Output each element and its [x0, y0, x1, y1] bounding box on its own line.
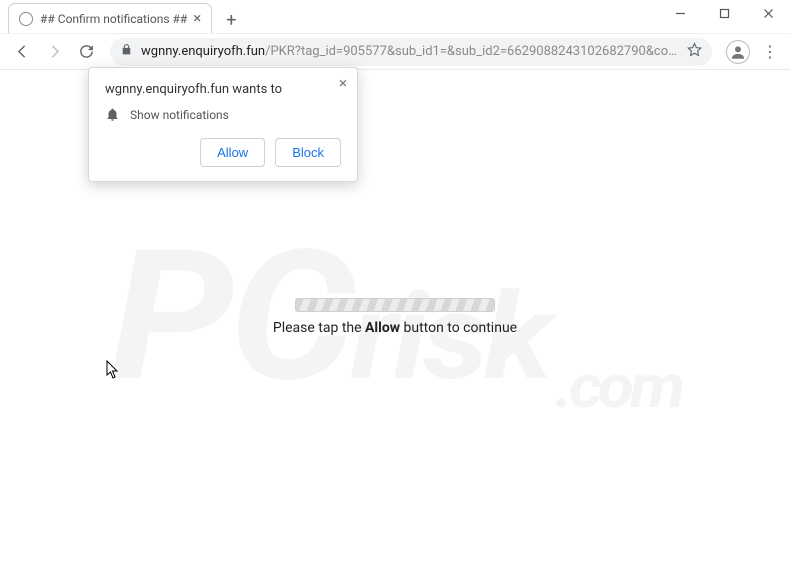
forward-button[interactable] [40, 38, 68, 66]
address-bar[interactable]: wgnny.enquiryofh.fun/PKR?tag_id=905577&s… [110, 38, 712, 66]
window-close-button[interactable] [746, 0, 790, 27]
prompt-permission-row: Show notifications [105, 107, 341, 122]
prompt-wants-to: wants to [229, 82, 282, 97]
progress-bar [295, 298, 495, 312]
lock-icon [120, 43, 133, 60]
instruction-bold: Allow [365, 320, 400, 336]
prompt-origin: wgnny.enquiryofh.fun [105, 82, 229, 97]
instruction-before: Please tap the [273, 320, 365, 336]
allow-button[interactable]: Allow [200, 138, 265, 167]
prompt-permission-label: Show notifications [130, 108, 229, 122]
block-button[interactable]: Block [275, 138, 341, 167]
tab-title: ## Confirm notifications ## [40, 12, 187, 26]
window-maximize-button[interactable] [702, 0, 746, 27]
back-button[interactable] [8, 38, 36, 66]
new-tab-button[interactable]: + [218, 7, 244, 33]
reload-button[interactable] [72, 38, 100, 66]
instruction-text: Please tap the Allow button to continue [273, 320, 517, 336]
window-minimize-button[interactable] [658, 0, 702, 27]
url-path: /PKR?tag_id=905577&sub_id1=&sub_id2=6629… [265, 44, 681, 59]
tab-close-icon[interactable]: × [193, 11, 201, 26]
tab-favicon [19, 12, 33, 26]
url-host: wgnny.enquiryofh.fun [141, 44, 265, 59]
prompt-close-icon[interactable]: × [339, 76, 347, 91]
bookmark-star-icon[interactable] [687, 42, 702, 61]
browser-menu-button[interactable]: ⋮ [758, 42, 782, 61]
watermark-mid: risk [350, 268, 547, 408]
url-text: wgnny.enquiryofh.fun/PKR?tag_id=905577&s… [141, 44, 681, 59]
bell-icon [105, 107, 120, 122]
instruction-after: button to continue [400, 320, 517, 336]
prompt-title: wgnny.enquiryofh.fun wants to [105, 82, 341, 97]
profile-avatar-button[interactable] [726, 40, 750, 64]
watermark-small: .com [554, 351, 680, 422]
browser-tab[interactable]: ## Confirm notifications ## × [8, 3, 212, 33]
notification-permission-prompt: × wgnny.enquiryofh.fun wants to Show not… [88, 67, 358, 182]
